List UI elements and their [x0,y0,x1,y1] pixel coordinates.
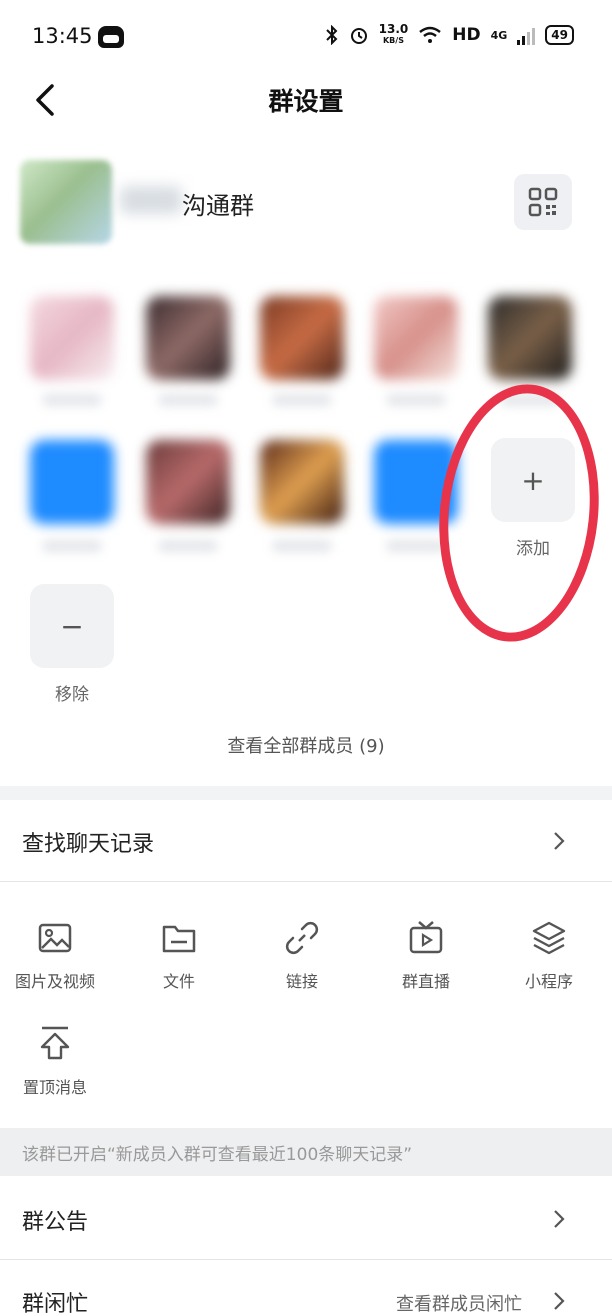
member-name-redacted [42,540,102,552]
divider [0,881,612,882]
group-name[interactable]: 沟通群 [182,186,254,221]
tool-files[interactable]: 文件 [124,918,234,992]
member-avatar[interactable] [260,440,344,524]
tool-label: 链接 [285,972,318,991]
chevron-right-icon [554,1292,565,1310]
tv-icon [409,921,443,954]
group-name-redacted [120,186,182,214]
hd-indicator: HD [452,25,481,45]
app-notification-icon [98,26,124,48]
search-chat-history-label: 查找聊天记录 [22,832,155,857]
view-all-members-link[interactable]: 查看全部群成员 (9) [0,732,612,758]
search-chat-history-row[interactable]: 查找聊天记录 [0,800,612,882]
network-type: 4G [490,28,508,42]
group-availability-row[interactable]: 群闲忙 查看群成员闲忙 [0,1260,612,1316]
member-avatar[interactable] [260,296,344,380]
status-indicators: 13.0 KB/S HD 4G 49 [325,22,574,46]
tool-pinned-messages[interactable]: 置顶消息 [0,1024,110,1098]
history-notice-text: 该群已开启“新成员入群可查看最近100条聊天记录” [22,1145,413,1165]
alarm-icon [350,28,367,44]
bluetooth-icon [325,25,338,45]
net-speed: 13.0 KB/S [378,22,409,46]
net-speed-value: 13.0 [378,22,409,36]
member-name-redacted [386,540,446,552]
member-avatar[interactable] [374,296,458,380]
tool-label: 置顶消息 [22,1078,87,1097]
annotation-circle [426,376,612,650]
member-name-redacted [158,540,218,552]
tool-label: 群直播 [401,972,450,991]
folder-icon [162,925,196,953]
member-name-redacted [42,394,102,406]
member-avatar[interactable] [146,296,230,380]
group-announcement-row[interactable]: 群公告 [0,1178,612,1260]
tool-label: 小程序 [524,972,573,991]
group-availability-value: 查看群成员闲忙 [396,1294,522,1315]
pin-top-icon [40,1026,70,1060]
tool-mini-programs[interactable]: 小程序 [494,918,604,992]
group-avatar[interactable] [20,160,112,244]
signal-icon [517,25,536,45]
member-name-redacted [158,394,218,406]
image-icon [38,923,72,953]
tool-label: 图片及视频 [14,972,95,991]
tool-label: 文件 [162,972,195,991]
member-name-redacted [272,540,332,552]
minus-icon: − [60,609,84,643]
status-bar: 13:45 13.0 KB/S HD 4G 49 [0,0,612,76]
member-avatar[interactable] [488,296,572,380]
member-avatar[interactable] [30,296,114,380]
group-availability-label: 群闲忙 [22,1292,89,1316]
header: 群设置 [0,76,612,140]
remove-member-label: 移除 [55,685,89,705]
member-avatar[interactable] [30,440,114,524]
member-name-redacted [272,394,332,406]
chevron-right-icon [554,1210,565,1228]
qr-code-icon [528,187,558,217]
battery-indicator: 49 [545,25,574,45]
link-icon [285,921,319,955]
tool-group-live[interactable]: 群直播 [371,918,481,992]
wifi-icon [419,26,442,43]
tool-images-videos[interactable]: 图片及视频 [0,918,110,992]
status-time: 13:45 [32,24,93,48]
page-title: 群设置 [268,87,344,116]
member-avatar[interactable] [146,440,230,524]
section-divider [0,786,612,800]
group-announcement-label: 群公告 [22,1210,89,1235]
remove-member-button[interactable]: − [30,584,114,668]
net-speed-unit: KB/S [382,36,404,45]
member-name-redacted [386,394,446,406]
chevron-right-icon [554,832,565,850]
layers-icon [532,921,566,955]
tool-links[interactable]: 链接 [247,918,357,992]
history-notice-bar: 该群已开启“新成员入群可查看最近100条聊天记录” [0,1128,612,1176]
qr-code-button[interactable] [514,174,572,230]
